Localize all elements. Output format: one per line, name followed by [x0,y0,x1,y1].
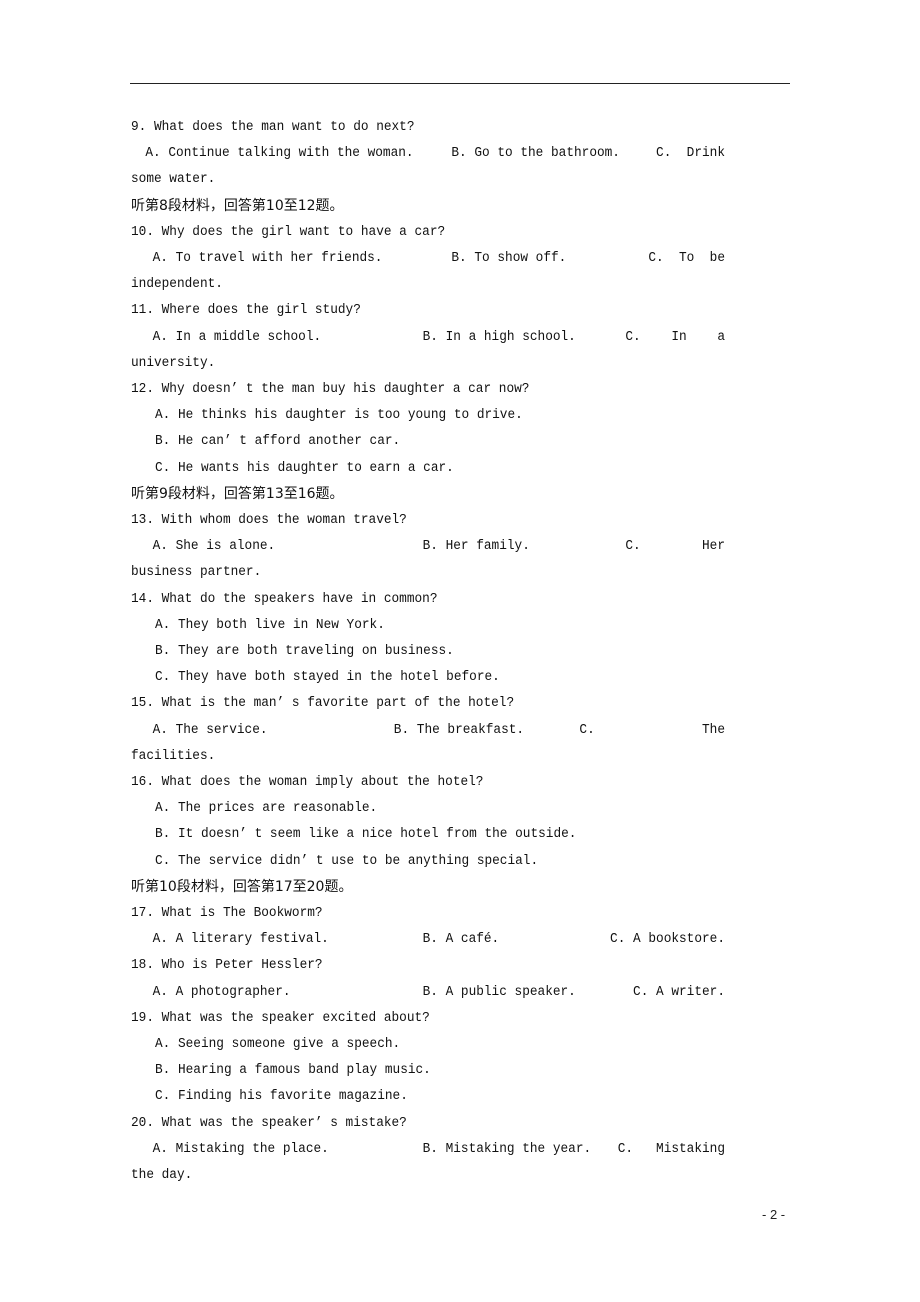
question-text: 20. What was the speaker’ s mistake? [131,1114,407,1131]
option-line: B. Hearing a famous band play music. [155,1062,431,1079]
option-b: B. The breakfast. [393,721,525,738]
question-text: 9. What does the man want to do next? [131,119,415,135]
option-a: A. Continue talking with the woman. [145,145,414,162]
option-c: C. A writer. [633,983,725,1000]
question-text: 18. Who is Peter Hessler? [131,957,323,974]
option-row: A. The service. B. The breakfast. C. The [131,720,725,740]
document-page: 9. What does the man want to do next? A. … [0,0,920,1302]
option-c: C. Mistaking [617,1140,725,1157]
option-a: A. A photographer. [152,983,291,1000]
option-line: A. He thinks his daughter is too young t… [155,407,523,424]
option-row: A. Mistaking the place. B. Mistaking the … [131,1139,725,1159]
option-continuation: university. [131,354,216,371]
option-line: C. They have both stayed in the hotel be… [155,669,500,686]
option-continuation: some water. [131,171,216,188]
option-line: B. It doesn’ t seem like a nice hotel fr… [155,826,577,843]
section-instruction: 听第8段材料，回答第10至12题。 [131,197,344,214]
option-continuation: independent. [131,276,223,293]
option-c: C. In a [625,328,725,345]
option-line: C. The service didn’ t use to be anythin… [155,852,539,869]
section-instruction: 听第9段材料，回答第13至16题。 [131,485,344,502]
header-rule [130,83,790,84]
option-continuation: facilities. [131,747,216,764]
question-text: 13. With whom does the woman travel? [131,512,407,528]
question-text: 19. What was the speaker excited about? [131,1009,430,1026]
question-text: 16. What does the woman imply about the … [131,774,484,790]
option-row: A. A literary festival. B. A café. C. A bo… [131,929,725,949]
option-c: C. To be [648,250,725,266]
question-text: 17. What is The Bookworm? [131,905,323,921]
option-b: B. In a high school. [422,328,576,345]
option-b: B. A café. [422,931,500,948]
option-line: A. The prices are reasonable. [155,800,378,817]
option-a: A. In a middle school. [152,328,322,345]
option-c: C. A bookstore. [610,931,725,948]
option-line: C. He wants his daughter to earn a car. [155,459,454,476]
option-a: A. To travel with her friends. [152,250,383,266]
option-a: A. A literary festival. [152,931,329,948]
option-c: C. Drink [656,145,725,162]
question-text: 15. What is the man’ s favorite part of … [131,695,515,712]
option-row: A. In a middle school. B. In a high schoo… [131,327,725,347]
question-text: 10. Why does the girl want to have a car… [131,223,446,240]
question-text: 11. Where does the girl study? [131,302,361,319]
section-instruction: 听第10段材料，回答第17至20题。 [131,878,353,895]
option-row: A. To travel with her friends. B. To show… [131,248,725,268]
question-text: 14. What do the speakers have in common? [131,590,438,607]
question-text: 12. Why doesn’ t the man buy his daughte… [131,381,530,397]
option-b: B. Go to the bathroom. [451,145,620,162]
option-continuation: business partner. [131,564,262,581]
option-row: A. A photographer. B. A public speaker. C.… [131,982,725,1002]
option-a: A. Mistaking the place. [152,1140,329,1157]
option-row: A. She is alone. B. Her family. C. Her [131,536,725,556]
option-a: A. She is alone. [152,538,276,555]
option-line: C. Finding his favorite magazine. [155,1088,408,1105]
option-a: A. The service. [152,721,268,738]
option-b: B. To show off. [451,250,567,266]
page-number: - 2 - [762,1207,786,1222]
option-line: A. They both live in New York. [155,616,385,633]
option-c: C. Her [625,538,725,555]
option-row: A. Continue talking with the woman. B. Go… [131,143,725,163]
option-c: C. The [579,721,725,738]
option-b: B. Her family. [422,538,530,555]
option-line: B. He can’ t afford another car. [155,433,401,450]
option-line: B. They are both traveling on business. [155,643,454,659]
option-line: A. Seeing someone give a speech. [155,1036,401,1052]
option-b: B. A public speaker. [422,983,576,1000]
option-continuation: the day. [131,1167,193,1183]
option-b: B. Mistaking the year. [422,1140,592,1157]
